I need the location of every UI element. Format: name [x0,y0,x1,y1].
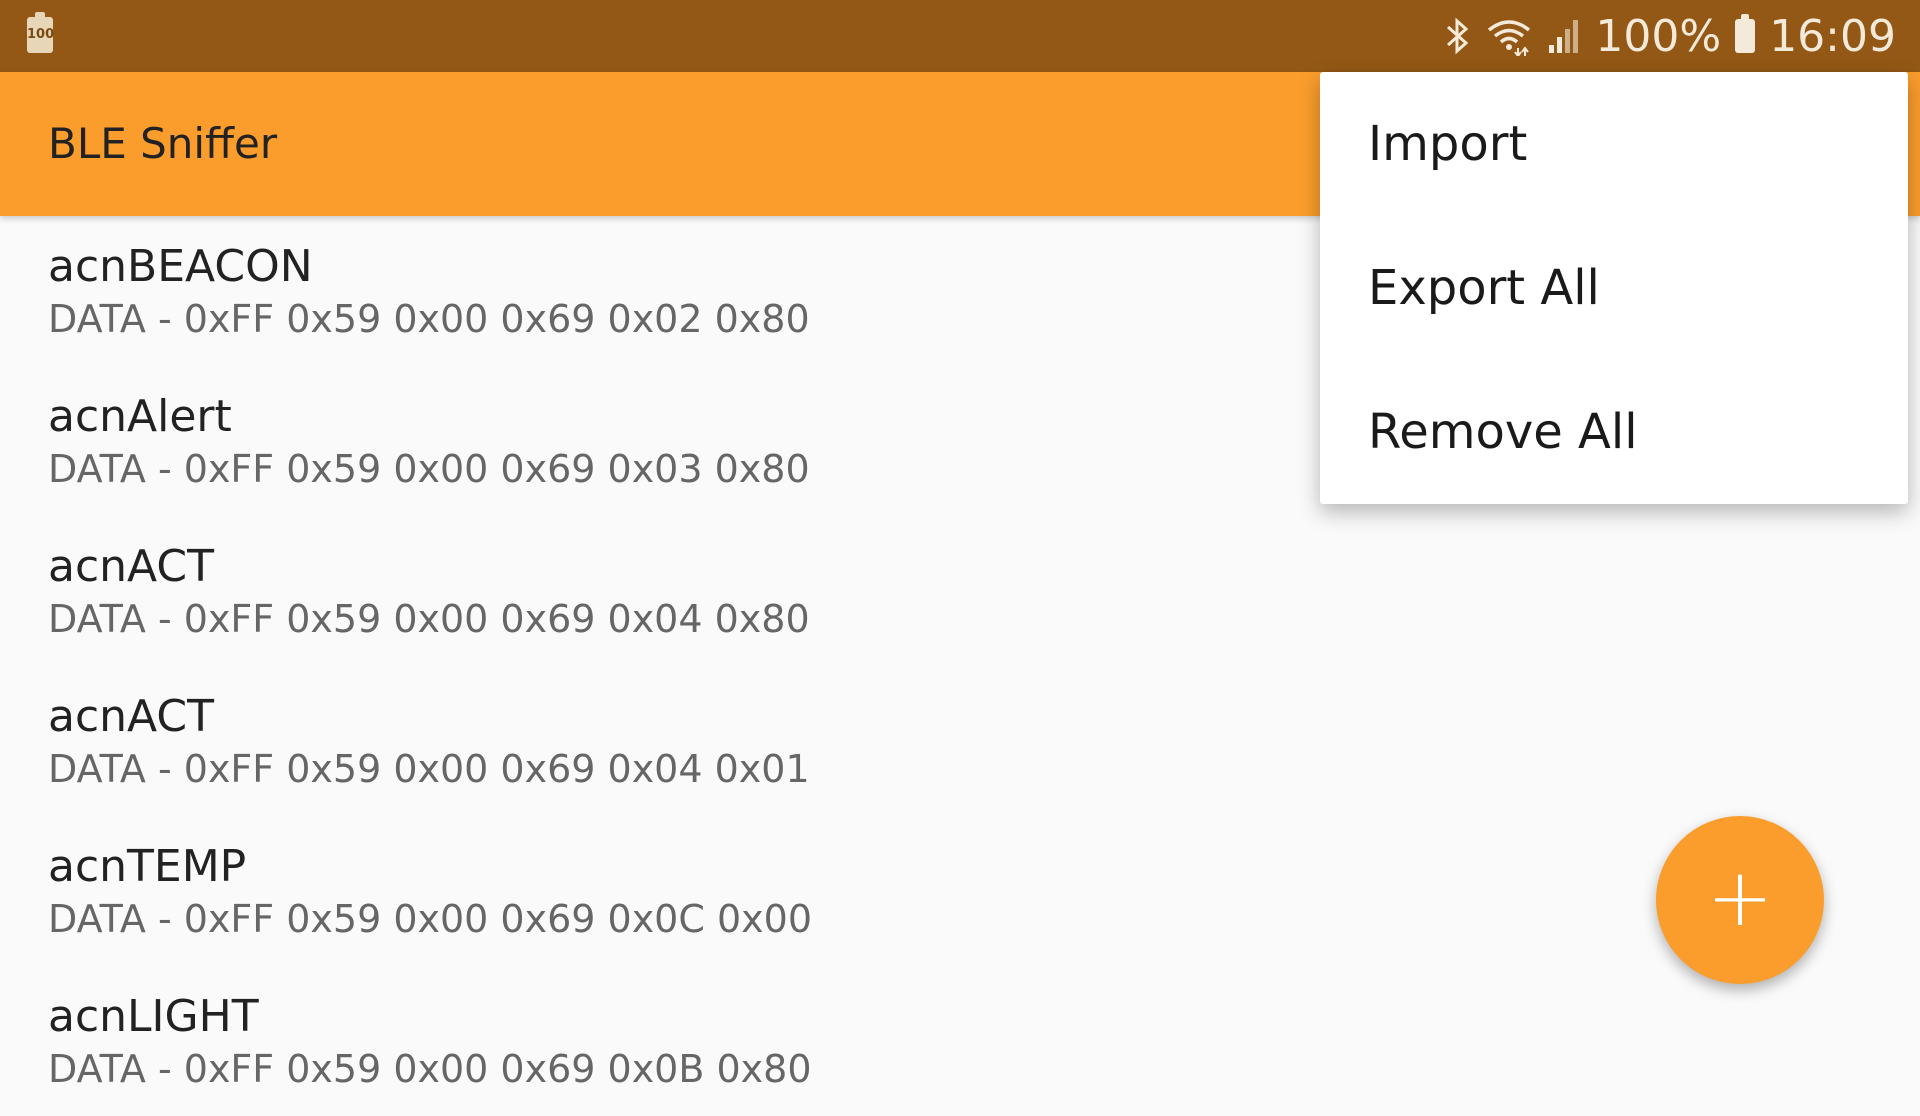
list-item-name: acnACT [48,691,214,742]
overflow-menu: Import Export All Remove All [1320,72,1908,504]
app-title: BLE Sniffer [48,119,278,168]
list-item[interactable]: acnACT DATA - 0xFF 0x59 0x00 0x69 0x04 0… [0,666,1920,816]
list-item-name: acnLIGHT [48,991,259,1042]
list-item[interactable]: acnLIGHT DATA - 0xFF 0x59 0x00 0x69 0x0B… [0,966,1920,1116]
signal-icon [1549,20,1579,53]
battery-percent: 100% [1595,10,1722,62]
wifi-icon [1488,20,1531,56]
clock: 16:09 [1769,10,1896,62]
bluetooth-icon [1447,17,1469,55]
list-item-name: acnACT [48,541,214,592]
list-item[interactable]: acnACT DATA - 0xFF 0x59 0x00 0x69 0x04 0… [0,516,1920,666]
menu-item-import[interactable]: Import [1320,72,1908,216]
list-item-data: DATA - 0xFF 0x59 0x00 0x69 0x04 0x80 [48,597,810,641]
plus-icon: + [1706,851,1774,944]
list-item-data: DATA - 0xFF 0x59 0x00 0x69 0x0C 0x00 [48,897,812,941]
list-item-data: DATA - 0xFF 0x59 0x00 0x69 0x04 0x01 [48,747,810,791]
battery-saver-label: 100 [27,27,55,42]
battery-saver-icon: 100 [27,12,55,53]
menu-item-export-all[interactable]: Export All [1320,216,1908,360]
status-icons: 100% 16:09 [1445,0,1896,72]
list-item-data: DATA - 0xFF 0x59 0x00 0x69 0x0B 0x80 [48,1047,812,1091]
list-item[interactable]: acnTEMP DATA - 0xFF 0x59 0x00 0x69 0x0C … [0,816,1920,966]
add-button[interactable]: + [1656,816,1824,984]
menu-item-remove-all[interactable]: Remove All [1320,360,1908,504]
battery-icon [1735,14,1756,53]
status-bar: 100 100% 16:09 [0,0,1920,72]
list-item-name: acnTEMP [48,841,247,892]
